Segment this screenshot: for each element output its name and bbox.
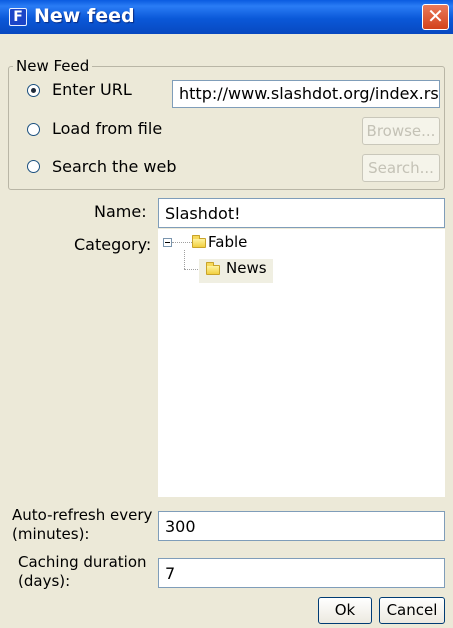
window-title: New feed bbox=[34, 5, 135, 27]
auto-refresh-unit-label: (minutes): bbox=[12, 525, 90, 543]
enter-url-label[interactable]: Enter URL bbox=[52, 80, 132, 99]
tree-connector bbox=[172, 242, 192, 243]
new-feed-group-title: New Feed bbox=[13, 57, 93, 75]
name-label: Name: bbox=[94, 202, 147, 221]
close-button[interactable]: ✕ bbox=[422, 4, 449, 30]
enter-url-radio[interactable] bbox=[27, 84, 40, 97]
folder-icon bbox=[206, 262, 220, 275]
browse-button[interactable]: Browse... bbox=[362, 117, 440, 145]
title-bar: F New feed ✕ bbox=[0, 0, 453, 34]
cancel-button[interactable]: Cancel bbox=[379, 597, 445, 624]
load-from-file-radio[interactable] bbox=[27, 123, 40, 136]
auto-refresh-label: Auto-refresh every bbox=[12, 506, 153, 524]
caching-label: Caching duration bbox=[18, 553, 147, 571]
search-web-label[interactable]: Search the web bbox=[52, 157, 176, 176]
search-button[interactable]: Search... bbox=[362, 154, 440, 182]
tree-item-fable[interactable]: Fable bbox=[208, 233, 247, 251]
category-label: Category: bbox=[74, 235, 152, 254]
caching-input[interactable]: 7 bbox=[158, 558, 445, 588]
collapse-icon[interactable] bbox=[163, 238, 172, 247]
auto-refresh-input[interactable]: 300 bbox=[158, 511, 445, 541]
caching-unit-label: (days): bbox=[18, 572, 71, 590]
load-from-file-label[interactable]: Load from file bbox=[52, 119, 162, 138]
tree-item-news[interactable]: News bbox=[226, 259, 267, 277]
app-icon: F bbox=[9, 8, 27, 26]
folder-icon bbox=[192, 235, 206, 248]
name-input[interactable]: Slashdot! bbox=[158, 198, 445, 228]
search-web-radio[interactable] bbox=[27, 160, 40, 173]
tree-connector bbox=[184, 250, 185, 269]
ok-button[interactable]: Ok bbox=[318, 597, 372, 624]
url-input[interactable]: http://www.slashdot.org/index.rss bbox=[172, 80, 440, 108]
